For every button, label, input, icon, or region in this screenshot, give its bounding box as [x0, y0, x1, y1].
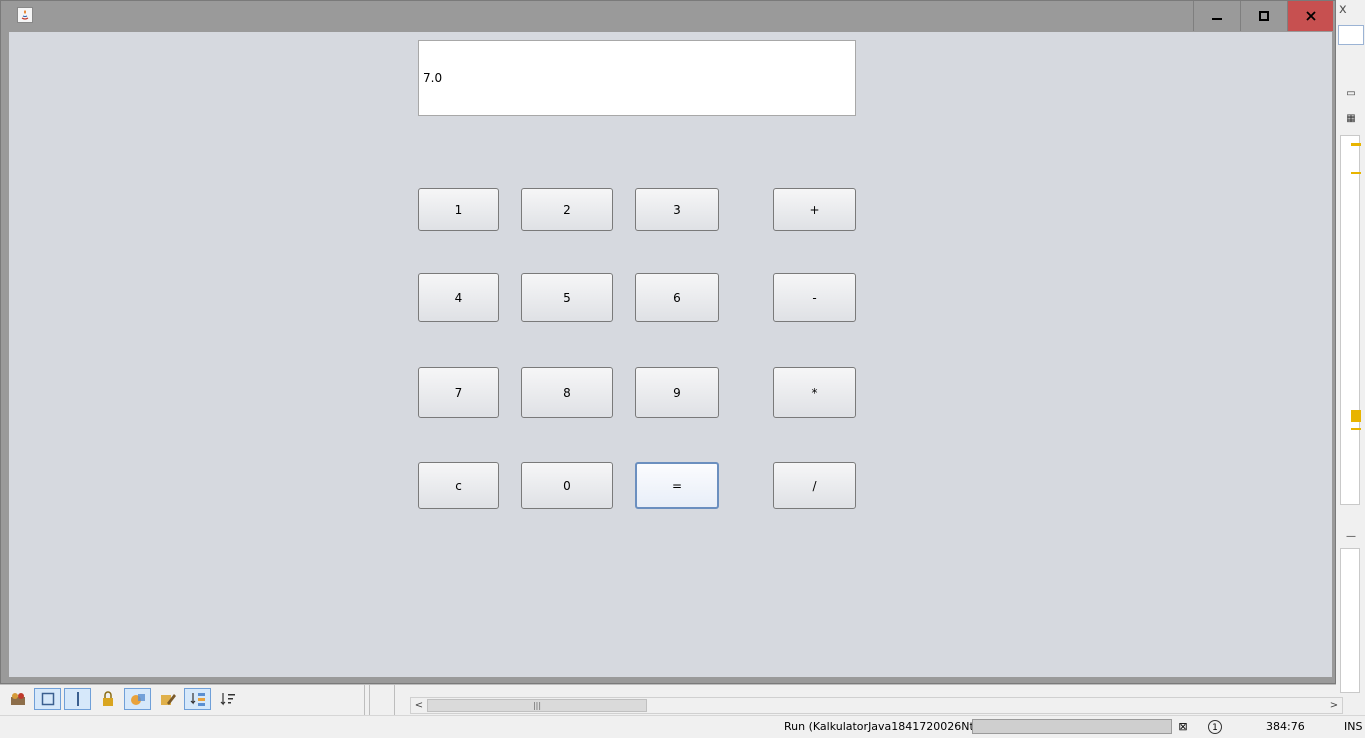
- connection-mode-icon[interactable]: [64, 688, 91, 710]
- key-8-button[interactable]: 8: [521, 367, 613, 418]
- run-progress-bar: [972, 719, 1172, 734]
- java-app-icon[interactable]: [17, 7, 33, 23]
- ide-designer-toolbar: [4, 688, 241, 712]
- ide-editor-scrollbar[interactable]: [1340, 135, 1360, 505]
- calculator-panel: 7.0 1 2 3 + 4 5 6 - 7 8 9 * c 0 = /: [9, 32, 1332, 677]
- close-button[interactable]: [1287, 1, 1333, 31]
- run-status-label[interactable]: Run (KalkulatorJava1841720026Ntsy): [784, 720, 990, 733]
- maximize-icon: [1259, 11, 1269, 21]
- insert-mode: INS: [1344, 720, 1363, 733]
- ide-right-panel: x ▭ ▦ —: [1336, 0, 1365, 715]
- key-2-button[interactable]: 2: [521, 188, 613, 231]
- align-icon[interactable]: [184, 688, 211, 710]
- multiply-button[interactable]: *: [773, 367, 856, 418]
- scroll-right-icon[interactable]: >: [1326, 698, 1342, 713]
- key-0-button[interactable]: 0: [521, 462, 613, 509]
- sort-icon[interactable]: [214, 688, 241, 710]
- result-display[interactable]: 7.0: [418, 40, 856, 116]
- equals-button[interactable]: =: [635, 462, 719, 509]
- toolbar-divider: [369, 685, 370, 716]
- key-4-button[interactable]: 4: [418, 273, 499, 322]
- maximize-button[interactable]: [1240, 1, 1287, 31]
- clear-button[interactable]: c: [418, 462, 499, 509]
- caret-position: 384:76: [1266, 720, 1305, 733]
- scroll-left-icon[interactable]: <: [411, 698, 427, 713]
- key-9-button[interactable]: 9: [635, 367, 719, 418]
- ide-close-icon[interactable]: x: [1339, 2, 1347, 17]
- minimize-icon: [1212, 18, 1222, 20]
- window-titlebar[interactable]: [1, 1, 1335, 31]
- editor-horizontal-scrollbar[interactable]: < ||| >: [410, 697, 1343, 714]
- toolbar-divider: [394, 685, 395, 716]
- plus-button[interactable]: +: [773, 188, 856, 231]
- minimize-button[interactable]: [1193, 1, 1240, 31]
- ide-warning-marker[interactable]: [1351, 172, 1361, 174]
- preview-design-icon[interactable]: [124, 688, 151, 710]
- ide-status-bar: Run (KalkulatorJava1841720026Ntsy) ⊠ 1 3…: [0, 715, 1365, 738]
- edit-design-icon[interactable]: [154, 688, 181, 710]
- ide-warning-marker[interactable]: [1351, 410, 1361, 422]
- cancel-run-icon[interactable]: ⊠: [1176, 720, 1190, 734]
- display-value: 7.0: [423, 71, 443, 85]
- ide-minimize-icon[interactable]: —: [1344, 530, 1358, 544]
- minus-button[interactable]: -: [773, 273, 856, 322]
- calculator-window: 7.0 1 2 3 + 4 5 6 - 7 8 9 * c 0 = /: [0, 0, 1336, 684]
- palette-icon[interactable]: [4, 688, 31, 710]
- lock-icon[interactable]: [94, 688, 121, 710]
- ide-restore-icon[interactable]: ▭: [1344, 87, 1358, 101]
- key-7-button[interactable]: 7: [418, 367, 499, 418]
- divide-button[interactable]: /: [773, 462, 856, 509]
- notification-icon[interactable]: 1: [1208, 720, 1222, 734]
- key-3-button[interactable]: 3: [635, 188, 719, 231]
- ide-grid-icon[interactable]: ▦: [1344, 112, 1358, 126]
- scroll-thumb[interactable]: |||: [427, 699, 647, 712]
- ide-warning-marker[interactable]: [1351, 428, 1361, 430]
- ide-bottom-panel: < ||| >: [0, 684, 1343, 716]
- toolbar-divider: [364, 685, 365, 716]
- close-icon: [1305, 11, 1316, 21]
- ide-warning-marker[interactable]: [1351, 143, 1361, 146]
- selection-mode-icon[interactable]: [34, 688, 61, 710]
- ide-output-scrollbar[interactable]: [1340, 548, 1360, 693]
- key-5-button[interactable]: 5: [521, 273, 613, 322]
- ide-search-field[interactable]: [1338, 25, 1364, 45]
- key-1-button[interactable]: 1: [418, 188, 499, 231]
- key-6-button[interactable]: 6: [635, 273, 719, 322]
